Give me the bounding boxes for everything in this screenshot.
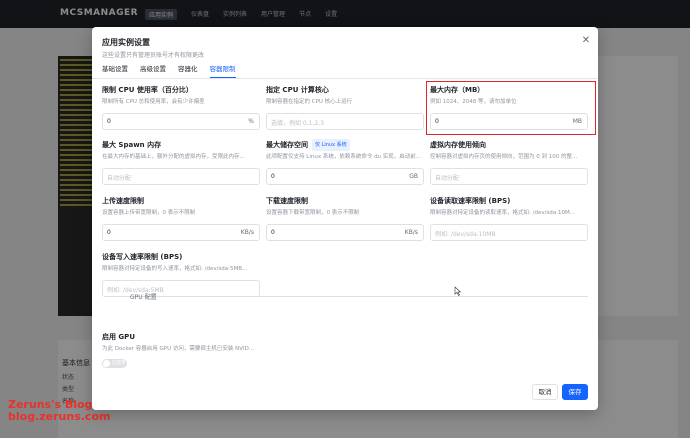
gpu-toggle[interactable]: 已禁用	[102, 359, 127, 368]
max-storage-field: 最大储存空间 仅 Linux 系统 此项配置仅支持 Linux 系统，依赖系统命…	[266, 139, 424, 185]
max-storage-input[interactable]: 0 GB	[266, 168, 424, 185]
field-desc: 此项配置仅支持 Linux 系统，依赖系统命令 du 实现，启动前...	[266, 154, 422, 160]
field-desc: 设置容器上传带宽限制，0 表示不限制	[102, 210, 196, 216]
field-label: 上传速度限制	[102, 197, 144, 205]
field-label: 启用 GPU	[102, 333, 135, 341]
toggle-knob	[103, 360, 110, 367]
highlight-box	[426, 81, 596, 135]
max-spawn-field: 最大 Spawn 内存 在最大内存的基础上，额外分配的虚拟内存，受限此内存...…	[102, 140, 260, 185]
modal-title: 应用实例设置	[102, 38, 150, 47]
field-label: 设备读取速率限制 (BPS)	[430, 197, 511, 205]
divider-line	[116, 296, 126, 297]
gpu-field: 启用 GPU 为此 Docker 容器启用 GPU 访问，需要宿主机已安装 NV…	[102, 332, 260, 368]
gpu-section-title: GPU 配置	[130, 294, 157, 301]
field-label: 最大储存空间 仅 Linux 系统	[266, 139, 424, 151]
field-label: 限制 CPU 使用率（百分比）	[102, 86, 193, 94]
field-label-text: 最大储存空间	[266, 141, 308, 149]
field-desc: 限制容器在指定的 CPU 核心上运行	[266, 99, 353, 105]
field-desc: 限制所有 CPU 总和使用率，会有少许偏差	[102, 99, 205, 105]
cpu-usage-field: 限制 CPU 使用率（百分比） 限制所有 CPU 总和使用率，会有少许偏差 0 …	[102, 85, 260, 130]
tab-basic[interactable]: 基础设置	[102, 64, 128, 78]
upload-limit-field: 上传速度限制 设置容器上传带宽限制，0 表示不限制 0 KB/s	[102, 196, 260, 241]
input-unit: %	[248, 118, 254, 125]
write-limit-field: 设备写入速率限制 (BPS) 限制容器对特定设备的写入速率，格式如: /dev/…	[102, 252, 260, 297]
input-placeholder: 选填，例如 0,1,2,3	[271, 120, 324, 127]
field-label: 虚拟内存使用倾向	[430, 141, 486, 149]
field-desc: 在最大内存的基础上，额外分配的虚拟内存，受限此内存...	[102, 154, 245, 160]
max-spawn-input[interactable]: 自动分配	[102, 168, 260, 185]
input-placeholder: 自动分配	[435, 175, 460, 182]
tab-container-limits[interactable]: 容器限制	[209, 64, 236, 78]
input-value: 0	[271, 229, 275, 236]
settings-tabs: 基础设置 高级设置 容器化 容器限制	[102, 64, 248, 78]
read-limit-input[interactable]: 例如: /dev/sda:10MB	[430, 224, 588, 241]
divider-line	[190, 296, 588, 297]
field-desc: 为此 Docker 容器启用 GPU 访问，需要宿主机已安装 NVID...	[102, 346, 255, 352]
input-placeholder: 自动分配	[107, 175, 132, 182]
linux-only-badge: 仅 Linux 系统	[312, 139, 350, 151]
field-label: 指定 CPU 计算核心	[266, 86, 329, 94]
cpu-usage-input[interactable]: 0 %	[102, 113, 260, 130]
modal-subtitle: 这些设置只有管理员账号才有权限更改	[102, 52, 205, 59]
upload-limit-input[interactable]: 0 KB/s	[102, 224, 260, 241]
watermark-line: blog.zeruns.com	[8, 410, 111, 423]
tab-divider	[92, 78, 598, 79]
close-icon[interactable]: ✕	[580, 35, 592, 47]
field-desc: 限制容器对特定设备的读取速率，格式如: /dev/sda:10M...	[430, 210, 576, 216]
input-placeholder: 例如: /dev/sda:10MB	[435, 231, 496, 238]
tab-advanced[interactable]: 高级设置	[140, 64, 166, 78]
read-limit-field: 设备读取速率限制 (BPS) 限制容器对特定设备的读取速率，格式如: /dev/…	[430, 196, 588, 241]
input-unit: GB	[409, 173, 418, 180]
cpu-cores-field: 指定 CPU 计算核心 限制容器在指定的 CPU 核心上运行 选填，例如 0,1…	[266, 85, 424, 130]
cpu-cores-input[interactable]: 选填，例如 0,1,2,3	[266, 113, 424, 130]
field-desc: 设置容器下载带宽限制，0 表示不限制	[266, 210, 360, 216]
field-label: 设备写入速率限制 (BPS)	[102, 253, 183, 261]
input-value: 0	[107, 118, 111, 125]
mouse-cursor-icon	[454, 286, 462, 296]
download-limit-field: 下载速度限制 设置容器下载带宽限制，0 表示不限制 0 KB/s	[266, 196, 424, 241]
download-limit-input[interactable]: 0 KB/s	[266, 224, 424, 241]
cancel-button[interactable]: 取消	[532, 384, 558, 400]
save-button[interactable]: 保存	[562, 384, 588, 400]
field-label: 最大 Spawn 内存	[102, 141, 162, 149]
gpu-section-divider: GPU 配置	[102, 292, 588, 301]
input-value: 0	[107, 229, 111, 236]
field-desc: 控制容器对虚拟内存页的使用倾向，范围为 0 到 100 的整...	[430, 154, 578, 160]
input-unit: KB/s	[404, 229, 418, 236]
field-label: 下载速度限制	[266, 197, 308, 205]
instance-settings-modal: 应用实例设置 这些设置只有管理员账号才有权限更改 ✕ 基础设置 高级设置 容器化…	[92, 27, 598, 410]
input-value: 0	[271, 173, 275, 180]
toggle-label: 已禁用	[112, 361, 126, 366]
swap-tendency-input[interactable]: 自动分配	[430, 168, 588, 185]
tab-container[interactable]: 容器化	[178, 64, 198, 78]
input-unit: KB/s	[240, 229, 254, 236]
field-desc: 限制容器对特定设备的写入速率，格式如: /dev/sda:5MB...	[102, 266, 248, 272]
swap-tendency-field: 虚拟内存使用倾向 控制容器对虚拟内存页的使用倾向，范围为 0 到 100 的整.…	[430, 140, 588, 185]
